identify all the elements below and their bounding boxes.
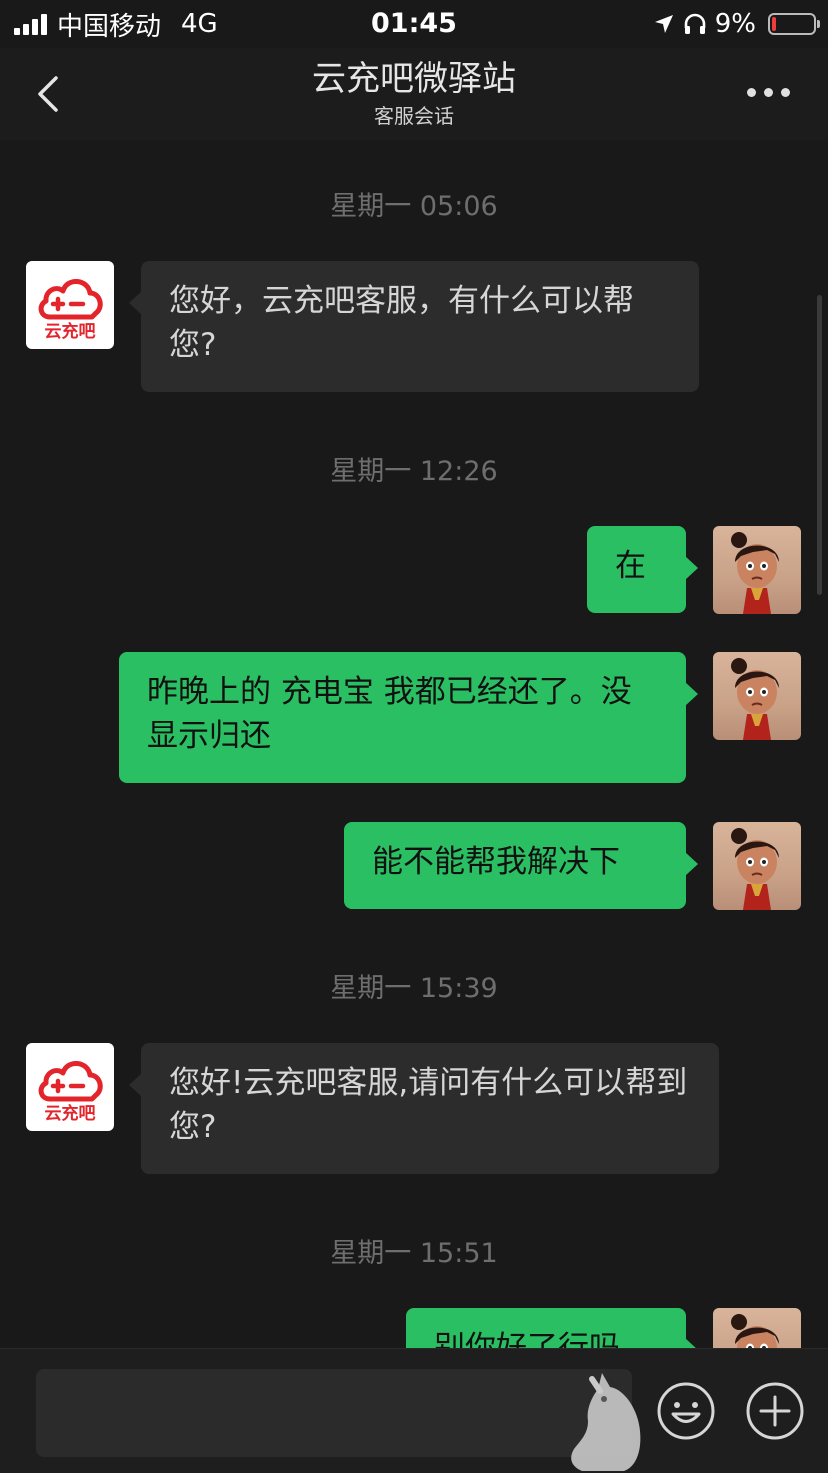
- outgoing-message-bubble[interactable]: 在: [587, 526, 698, 613]
- outgoing-message-bubble[interactable]: 别你好了行吗: [406, 1308, 698, 1348]
- user-avatar[interactable]: [713, 652, 801, 740]
- emoji-icon[interactable]: [656, 1381, 716, 1441]
- cartoon-character-avatar-icon: [731, 532, 779, 614]
- brand-avatar[interactable]: 云充吧: [26, 261, 114, 349]
- chat-title: 云充吧微驿站: [312, 59, 516, 99]
- timestamp: 星期一 15:51: [330, 1238, 498, 1269]
- timestamp: 星期一 05:06: [330, 191, 498, 222]
- user-avatar[interactable]: [713, 1308, 801, 1348]
- more-dots-icon[interactable]: [747, 88, 790, 97]
- cartoon-character-avatar-icon: [731, 658, 779, 740]
- outgoing-message-bubble[interactable]: 能不能帮我解决下: [344, 822, 698, 909]
- scrollbar[interactable]: [817, 295, 822, 595]
- timestamp: 星期一 12:26: [330, 456, 498, 487]
- status-bar: 中国移动 4G 01:45 9%: [0, 0, 828, 48]
- svg-text:云充吧: 云充吧: [45, 1103, 96, 1124]
- cartoon-character-avatar-icon: [731, 1314, 779, 1348]
- battery-level: [772, 17, 776, 31]
- headphones-icon: [684, 13, 706, 34]
- incoming-message-bubble[interactable]: 您好，云充吧客服，有什么可以帮您?: [129, 261, 699, 392]
- plus-icon[interactable]: [745, 1381, 805, 1441]
- yunchongba-logo-icon: 云充吧: [38, 279, 103, 342]
- message-input[interactable]: [36, 1369, 632, 1457]
- input-bar: [0, 1348, 828, 1473]
- cat-silhouette-icon: [571, 1373, 641, 1471]
- yunchongba-logo-icon: 云充吧: [38, 1061, 103, 1124]
- chat-header: 云充吧微驿站 客服会话: [0, 48, 828, 140]
- cartoon-character-avatar-icon: [731, 828, 779, 910]
- outgoing-message-bubble[interactable]: 昨晚上的 充电宝 我都已经还了。没显示归还: [119, 652, 698, 783]
- message-list[interactable]: 星期一 05:06 云充吧 您好，云充吧客服，有什么可以帮您? 星期一 12:2…: [0, 140, 828, 1348]
- user-avatar[interactable]: [713, 526, 801, 614]
- incoming-message-bubble[interactable]: 您好!云充吧客服,请问有什么可以帮到您?: [129, 1043, 719, 1174]
- user-avatar[interactable]: [713, 822, 801, 910]
- status-right: 9%: [653, 6, 820, 42]
- location-arrow-icon: [654, 15, 673, 33]
- svg-text:云充吧: 云充吧: [45, 321, 96, 342]
- battery-icon: [768, 13, 820, 35]
- brand-avatar[interactable]: 云充吧: [26, 1043, 114, 1131]
- chat-subtitle: 客服会话: [374, 104, 454, 128]
- timestamp: 星期一 15:39: [330, 973, 498, 1004]
- battery-percent: 9%: [714, 9, 756, 39]
